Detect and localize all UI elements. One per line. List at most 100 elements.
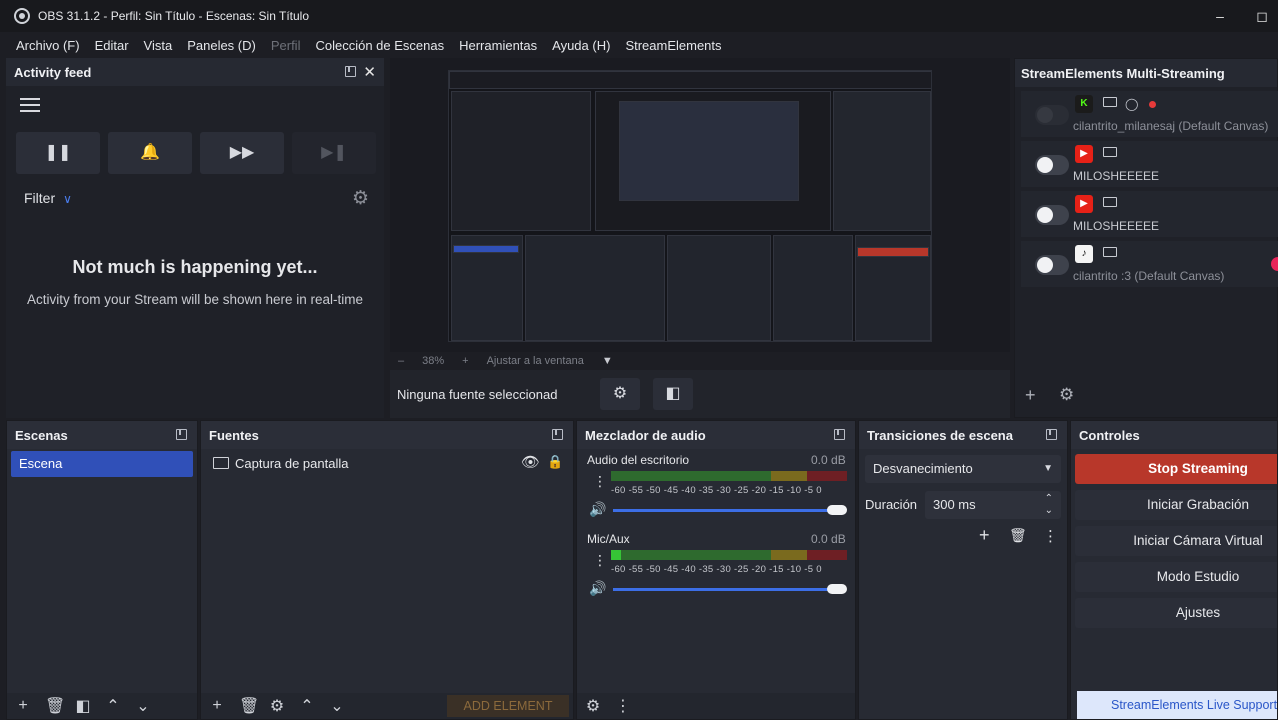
menu-coleccion[interactable]: Colección de Escenas [315,38,444,53]
live-support-button[interactable]: StreamElements Live Support [1077,691,1277,719]
float-icon[interactable] [834,429,845,440]
volume-slider[interactable] [613,509,837,512]
duration-input[interactable]: 300 ms ⌃ ⌄ [925,491,1061,519]
fit-dropdown[interactable]: Ajustar a la ventana [487,355,584,367]
volume-slider[interactable] [613,588,837,591]
source-properties-button[interactable]: ⚙ [600,378,640,410]
menu-vista[interactable]: Vista [144,38,173,53]
mixer-menu-icon[interactable]: ⋮ [615,696,631,716]
kebab-menu-icon[interactable]: ⋮ [593,552,607,569]
menu-herramientas[interactable]: Herramientas [459,38,537,53]
bell-button[interactable]: 🔔 [108,132,192,174]
move-down-icon[interactable]: ⌄ [135,696,151,716]
add-target-icon[interactable]: + [1025,385,1036,406]
close-icon[interactable]: ✕ [363,63,376,81]
zoom-in-icon[interactable]: + [462,355,468,367]
menu-archivo[interactable]: Archivo (F) [16,38,80,53]
speaker-icon[interactable]: 🔊 [589,580,606,597]
move-up-icon[interactable]: ⌃ [105,696,121,716]
minimize-icon[interactable]: – [1210,6,1230,26]
meter-scale: -60 -55 -50 -45 -40 -35 -30 -25 -20 -15 … [611,485,822,496]
start-recording-button[interactable]: Iniciar Grabación [1075,490,1277,520]
menu-icon[interactable] [20,98,40,112]
preview-canvas[interactable] [390,58,1010,352]
obs-logo-icon [14,8,30,24]
stream-target-row: ♪ cilantrito :3 (Default Canvas) [1021,241,1278,287]
gear-icon[interactable]: ⚙ [352,187,369,210]
title-bar: OBS 31.1.2 - Perfil: Sin Título - Escena… [0,0,1278,32]
scenes-title: Escenas [15,427,68,443]
gear-icon[interactable]: ⚙ [269,696,285,716]
trash-icon[interactable]: 🗑 [239,696,259,716]
mixer-title: Mezclador de audio [585,427,706,443]
source-item[interactable]: Captura de pantalla [235,456,348,471]
gear-icon[interactable]: ⚙ [1059,385,1074,405]
source-filters-button[interactable]: ◧ [653,378,693,410]
virtual-camera-button[interactable]: Iniciar Cámara Virtual [1075,526,1277,556]
add-icon[interactable]: + [209,697,225,715]
float-icon[interactable] [552,429,563,440]
zoom-level: 38% [422,355,445,367]
trash-icon[interactable]: 🗑 [45,696,65,716]
scenes-toolbar: + 🗑 ◧ ⌃ ⌄ [7,693,197,719]
volume-slider-handle[interactable] [827,584,847,594]
sources-toolbar: + 🗑 ⚙ ⌃ ⌄ ADD ELEMENT [201,693,573,719]
move-up-icon[interactable]: ⌃ [299,696,315,716]
studio-mode-button[interactable]: Modo Estudio [1075,562,1277,592]
add-element-button[interactable]: ADD ELEMENT [447,695,569,717]
lightbulb-icon: ◯ [1125,97,1139,111]
menu-paneles[interactable]: Paneles (D) [187,38,256,53]
skip-end-button[interactable]: ▶❚ [292,132,376,174]
speaker-icon[interactable]: 🔊 [589,501,606,518]
skip-button[interactable]: ▶▶ [200,132,284,174]
transitions-dock: Transiciones de escena Desvanecimiento ▼… [858,420,1068,720]
move-down-icon[interactable]: ⌄ [329,696,345,716]
stop-streaming-button[interactable]: Stop Streaming [1075,454,1277,484]
filter-dropdown[interactable]: Filter ∨ [24,190,72,206]
trash-icon[interactable]: 🗑 [1009,527,1027,544]
scene-item[interactable]: Escena [11,451,193,477]
advanced-audio-icon[interactable]: ⚙ [585,696,601,716]
stream-toggle[interactable] [1035,255,1069,275]
eye-icon[interactable]: 👁 [521,453,540,471]
kebab-menu-icon[interactable]: ⋮ [1043,527,1058,545]
volume-slider-handle[interactable] [827,505,847,515]
mixer-toolbar: ⚙ ⋮ [577,693,855,719]
lock-icon[interactable]: 🔒 [547,454,563,470]
maximize-icon[interactable]: ◻ [1252,6,1272,26]
youtube-icon: ▶ [1075,195,1093,213]
float-icon[interactable] [345,66,356,77]
float-icon[interactable] [1046,429,1057,440]
filter-icon[interactable]: ◧ [75,696,91,716]
dropdown-arrow-icon[interactable]: ▼ [602,355,613,367]
channel-name: Audio del escritorio [587,453,690,467]
scenes-dock: Escenas Escena + 🗑 ◧ ⌃ ⌄ [6,420,198,720]
sources-header: Fuentes [201,421,573,449]
mixer-header: Mezclador de audio [577,421,855,449]
menu-streamelements[interactable]: StreamElements [625,38,721,53]
settings-button[interactable]: Ajustes [1075,598,1277,628]
stream-target-name: cilantrito_milanesaj (Default Canvas) [1073,119,1269,133]
float-icon[interactable] [176,429,187,440]
pause-button[interactable]: ❚❚ [16,132,100,174]
kebab-menu-icon[interactable]: ⋮ [593,473,607,490]
filter-label: Filter [24,190,56,206]
controls-title: Controles [1079,427,1140,443]
zoom-out-icon[interactable]: – [398,355,404,367]
menu-ayuda[interactable]: Ayuda (H) [552,38,610,53]
volume-meter [611,550,847,560]
menu-editar[interactable]: Editar [95,38,129,53]
window-title: OBS 31.1.2 - Perfil: Sin Título - Escena… [38,9,310,23]
monitor-icon [1103,247,1117,257]
controls-dock: Controles Stop Streaming Iniciar Grabaci… [1070,420,1278,720]
transition-select[interactable]: Desvanecimiento ▼ [865,455,1061,483]
audio-mixer-dock: Mezclador de audio Audio del escritorio … [576,420,856,720]
stream-toggle[interactable] [1035,155,1069,175]
empty-title: Not much is happening yet... [72,257,318,277]
menu-perfil[interactable]: Perfil [271,38,301,53]
stepper-down-icon[interactable]: ⌄ [1045,497,1053,525]
stream-toggle[interactable] [1035,105,1069,125]
add-icon[interactable]: + [979,525,990,546]
add-icon[interactable]: + [15,697,31,715]
stream-toggle[interactable] [1035,205,1069,225]
